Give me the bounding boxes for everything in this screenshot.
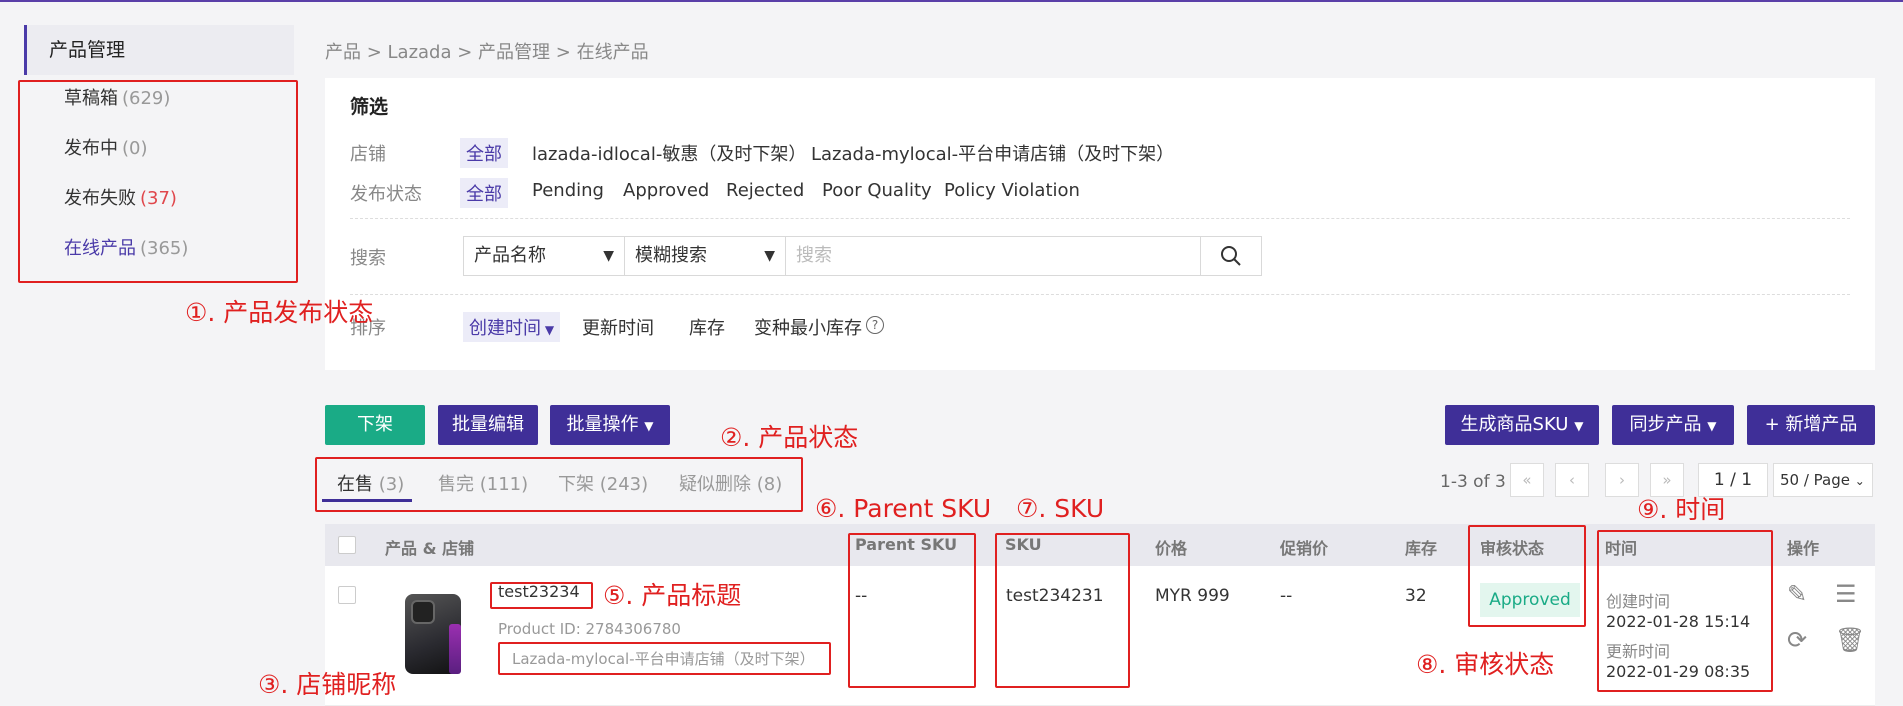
row-checkbox[interactable] — [338, 586, 356, 604]
caret-down-icon: ▼ — [1574, 419, 1584, 433]
shop-filter-label: 店铺 — [350, 144, 386, 165]
top-accent-bar — [0, 0, 1903, 2]
status-filter-option[interactable]: Rejected — [720, 178, 810, 203]
status-filter-option[interactable]: Poor Quality — [816, 178, 938, 203]
status-filter-label: 发布状态 — [350, 184, 422, 205]
delist-button[interactable]: 下架 — [325, 405, 425, 445]
caret-down-icon: ▼ — [644, 419, 654, 433]
sort-updated-time[interactable]: 更新时间 — [576, 312, 660, 342]
shop-filter-option[interactable]: Lazada-mylocal-平台申请店铺（及时下架） — [805, 138, 1180, 168]
search-icon — [1221, 246, 1241, 266]
annotation-box-shop — [498, 642, 831, 675]
annotation-product-status: ②. 产品状态 — [720, 423, 859, 452]
generate-sku-button[interactable]: 生成商品SKU ▼ — [1445, 405, 1599, 445]
annotation-box-review-status — [1468, 525, 1586, 627]
status-filter-all[interactable]: 全部 — [460, 178, 508, 208]
chevron-down-icon: ▼ — [764, 248, 775, 264]
search-input[interactable]: 搜索 — [785, 236, 1201, 276]
header-actions: 操作 — [1787, 539, 1820, 558]
annotation-box-publish-status — [18, 80, 298, 283]
batch-ops-button[interactable]: 批量操作 ▼ — [550, 405, 670, 445]
sort-created-time[interactable]: 创建时间 ▼ — [463, 312, 561, 342]
divider — [350, 218, 1850, 219]
first-page-button[interactable]: « — [1510, 463, 1544, 497]
search-label: 搜索 — [350, 248, 386, 269]
delete-icon[interactable]: 🗑 — [1835, 626, 1865, 654]
product-image — [405, 594, 461, 674]
pager-range: 1-3 of 3 — [1440, 472, 1506, 492]
help-icon[interactable]: ? — [866, 316, 884, 334]
annotation-box-parent-sku — [848, 533, 976, 688]
annotation-box-product-status — [315, 457, 803, 512]
sort-list-icon[interactable]: ☰ — [1835, 580, 1857, 608]
breadcrumb: 产品 > Lazada > 产品管理 > 在线产品 — [325, 42, 649, 63]
header-product: 产品 & 店铺 — [385, 539, 475, 558]
shop-filter-option[interactable]: lazada-idlocal-敏惠（及时下架） — [526, 138, 812, 168]
annotation-box-time — [1597, 530, 1773, 692]
batch-edit-button[interactable]: 批量编辑 — [438, 405, 538, 445]
filter-panel: 筛选 店铺 全部 lazada-idlocal-敏惠（及时下架） Lazada-… — [325, 78, 1875, 370]
annotation-publish-status: ①. 产品发布状态 — [185, 298, 374, 327]
sidebar-header: 产品管理 — [24, 25, 294, 75]
per-page-select[interactable]: 50 / Page ⌄ — [1773, 463, 1873, 497]
annotation-title: ⑤. 产品标题 — [603, 581, 742, 610]
divider — [350, 294, 1850, 295]
status-filter-option[interactable]: Approved — [617, 178, 715, 203]
sort-variant-min-stock[interactable]: 变种最小库存 — [748, 312, 868, 342]
prev-page-button[interactable]: ‹ — [1555, 463, 1589, 497]
search-button[interactable] — [1200, 236, 1262, 276]
add-product-button[interactable]: + 新增产品 — [1747, 405, 1875, 445]
header-stock: 库存 — [1405, 539, 1438, 558]
annotation-box-sku — [995, 533, 1130, 688]
header-price: 价格 — [1155, 539, 1188, 558]
product-id: Product ID: 2784306780 — [498, 620, 681, 638]
status-filter-option[interactable]: Pending — [526, 178, 610, 203]
caret-down-icon: ▼ — [541, 323, 555, 337]
annotation-parent-sku: ⑥. Parent SKU — [815, 494, 992, 523]
shop-filter-all[interactable]: 全部 — [460, 138, 508, 168]
annotation-sku: ⑦. SKU — [1016, 494, 1105, 523]
stock-value: 32 — [1405, 586, 1427, 606]
annotation-time: ⑨. 时间 — [1637, 495, 1726, 524]
select-all-checkbox[interactable] — [338, 536, 356, 554]
annotation-review-status: ⑧. 审核状态 — [1416, 650, 1555, 679]
status-filter-option[interactable]: Policy Violation — [938, 178, 1086, 203]
price-value: MYR 999 — [1155, 586, 1230, 606]
next-page-button[interactable]: › — [1605, 463, 1639, 497]
refresh-icon[interactable]: ⟳ — [1787, 626, 1807, 654]
sort-stock[interactable]: 库存 — [683, 312, 731, 342]
header-promo-price: 促销价 — [1280, 539, 1329, 558]
search-mode-select[interactable]: 模糊搜索 ▼ — [624, 236, 786, 276]
caret-down-icon: ▼ — [1707, 419, 1717, 433]
annotation-box-title — [490, 582, 593, 609]
filter-title: 筛选 — [350, 96, 389, 118]
promo-price-value: -- — [1280, 586, 1293, 606]
annotation-shop: ③. 店铺昵称 — [258, 670, 397, 699]
search-field-select[interactable]: 产品名称 ▼ — [463, 236, 625, 276]
chevron-down-icon: ⌄ — [1854, 474, 1865, 488]
chevron-down-icon: ▼ — [603, 248, 614, 264]
sync-products-button[interactable]: 同步产品 ▼ — [1612, 405, 1734, 445]
edit-icon[interactable]: ✎ — [1787, 580, 1807, 608]
